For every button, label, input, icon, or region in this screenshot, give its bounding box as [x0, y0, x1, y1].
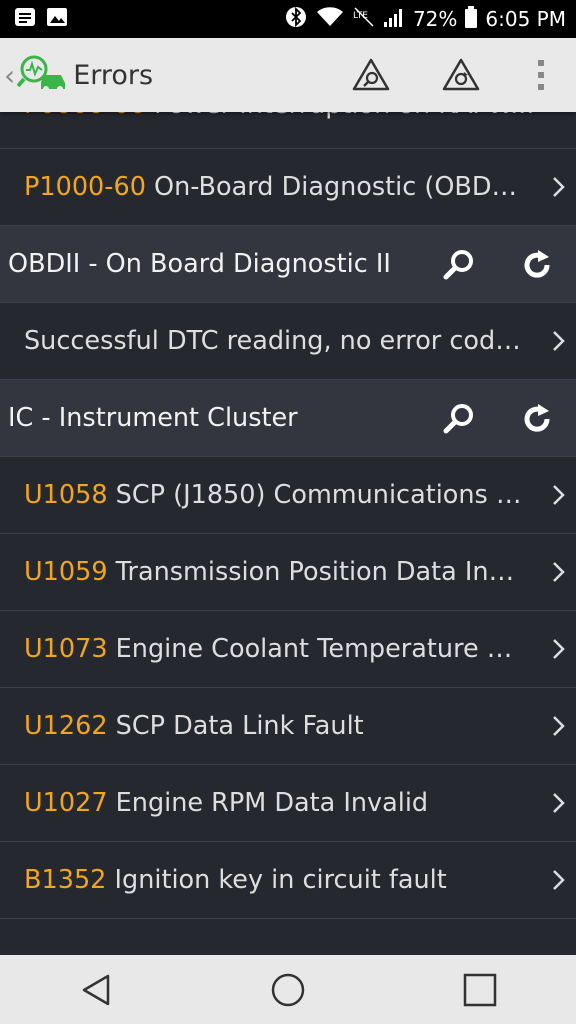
- back-chevron-icon[interactable]: ‹: [4, 59, 15, 92]
- list-item[interactable]: Successful DTC reading, no error code...: [0, 303, 576, 380]
- list-item[interactable]: U1059 Transmission Position Data Inv...: [0, 534, 576, 611]
- list-item[interactable]: P0000-00 Power Interruption on RAPW...: [0, 112, 576, 149]
- status-message: Successful DTC reading, no error code...: [24, 326, 524, 356]
- list-item[interactable]: U1073 Engine Coolant Temperature Da...: [0, 611, 576, 688]
- module-search-button[interactable]: [420, 380, 498, 457]
- module-refresh-button[interactable]: [498, 380, 576, 457]
- chevron-right-icon: [553, 562, 565, 582]
- page-title: Errors: [73, 59, 154, 91]
- chevron-right-icon: [553, 716, 565, 736]
- recents-square-icon: [463, 973, 497, 1006]
- chevron-right-icon: [553, 793, 565, 813]
- search-icon: [443, 403, 473, 433]
- refresh-icon: [524, 403, 550, 432]
- error-description: On-Board Diagnostic (OBD) S...: [145, 172, 524, 202]
- error-description: Transmission Position Data Inv...: [107, 557, 524, 587]
- error-code: U1262: [24, 711, 108, 741]
- list-item[interactable]: U1027 Engine RPM Data Invalid: [0, 765, 576, 842]
- signal-icon: [383, 6, 405, 33]
- refresh-icon: [524, 249, 550, 278]
- error-list: P0000-00 Power Interruption on RAPW... P…: [0, 112, 576, 955]
- module-search-button[interactable]: [420, 226, 498, 303]
- module-refresh-button[interactable]: [498, 226, 576, 303]
- module-header: OBDII - On Board Diagnostic II: [0, 226, 576, 303]
- error-description: Ignition key in circuit fault: [106, 865, 447, 895]
- search-warning-icon: [352, 58, 390, 91]
- error-description: Power Interruption on RAPW...: [146, 112, 534, 120]
- lte-icon: LTE: [353, 6, 375, 33]
- clock: 6:05 PM: [485, 7, 566, 31]
- module-title: IC - Instrument Cluster: [8, 403, 298, 433]
- image-notification-icon: [46, 7, 68, 31]
- list-item[interactable]: B1352 Ignition key in circuit fault: [0, 842, 576, 919]
- nav-back-button[interactable]: [56, 960, 136, 1020]
- error-code: U1059: [24, 557, 108, 587]
- search-icon: [443, 249, 473, 279]
- overflow-menu-button[interactable]: [506, 38, 576, 112]
- chevron-right-icon: [553, 485, 565, 505]
- wifi-icon: [315, 6, 345, 33]
- error-description: Engine Coolant Temperature Da...: [107, 634, 524, 664]
- search-road-button[interactable]: [326, 38, 416, 112]
- home-circle-icon: [271, 973, 305, 1006]
- back-triangle-icon: [82, 974, 110, 1005]
- chevron-right-icon: [553, 177, 565, 197]
- nav-recents-button[interactable]: [440, 960, 520, 1020]
- more-vert-icon: [538, 60, 544, 90]
- list-item[interactable]: U1058 SCP (J1850) Communications B...: [0, 457, 576, 534]
- chevron-right-icon: [553, 639, 565, 659]
- battery-icon: [465, 5, 478, 33]
- system-nav-bar: [0, 955, 576, 1024]
- app-bar: ‹ Errors: [0, 38, 576, 112]
- list-item[interactable]: U1262 SCP Data Link Fault: [0, 688, 576, 765]
- clear-warning-icon: [442, 58, 480, 91]
- error-code: U1027: [24, 788, 108, 818]
- chevron-right-icon: [553, 870, 565, 890]
- clear-errors-button[interactable]: [416, 38, 506, 112]
- error-description: SCP Data Link Fault: [107, 711, 364, 741]
- nav-home-button[interactable]: [248, 960, 328, 1020]
- status-bar: LTE 72% 6:05 PM: [0, 0, 576, 38]
- notification-icon: [14, 7, 36, 31]
- app-logo-icon: [16, 53, 67, 97]
- error-description: Engine RPM Data Invalid: [107, 788, 429, 818]
- error-code: B1352: [24, 865, 107, 895]
- error-code: P1000-60: [24, 172, 146, 202]
- module-title: OBDII - On Board Diagnostic II: [8, 249, 391, 279]
- error-description: SCP (J1850) Communications B...: [107, 480, 524, 510]
- list-item[interactable]: P1000-60 On-Board Diagnostic (OBD) S...: [0, 149, 576, 226]
- error-code: P0000-00: [24, 112, 146, 120]
- battery-percent: 72%: [412, 7, 458, 31]
- chevron-right-icon: [553, 331, 565, 351]
- module-header: IC - Instrument Cluster: [0, 380, 576, 457]
- error-code: U1058: [24, 480, 108, 510]
- bluetooth-icon: [285, 5, 307, 34]
- error-code: U1073: [24, 634, 108, 664]
